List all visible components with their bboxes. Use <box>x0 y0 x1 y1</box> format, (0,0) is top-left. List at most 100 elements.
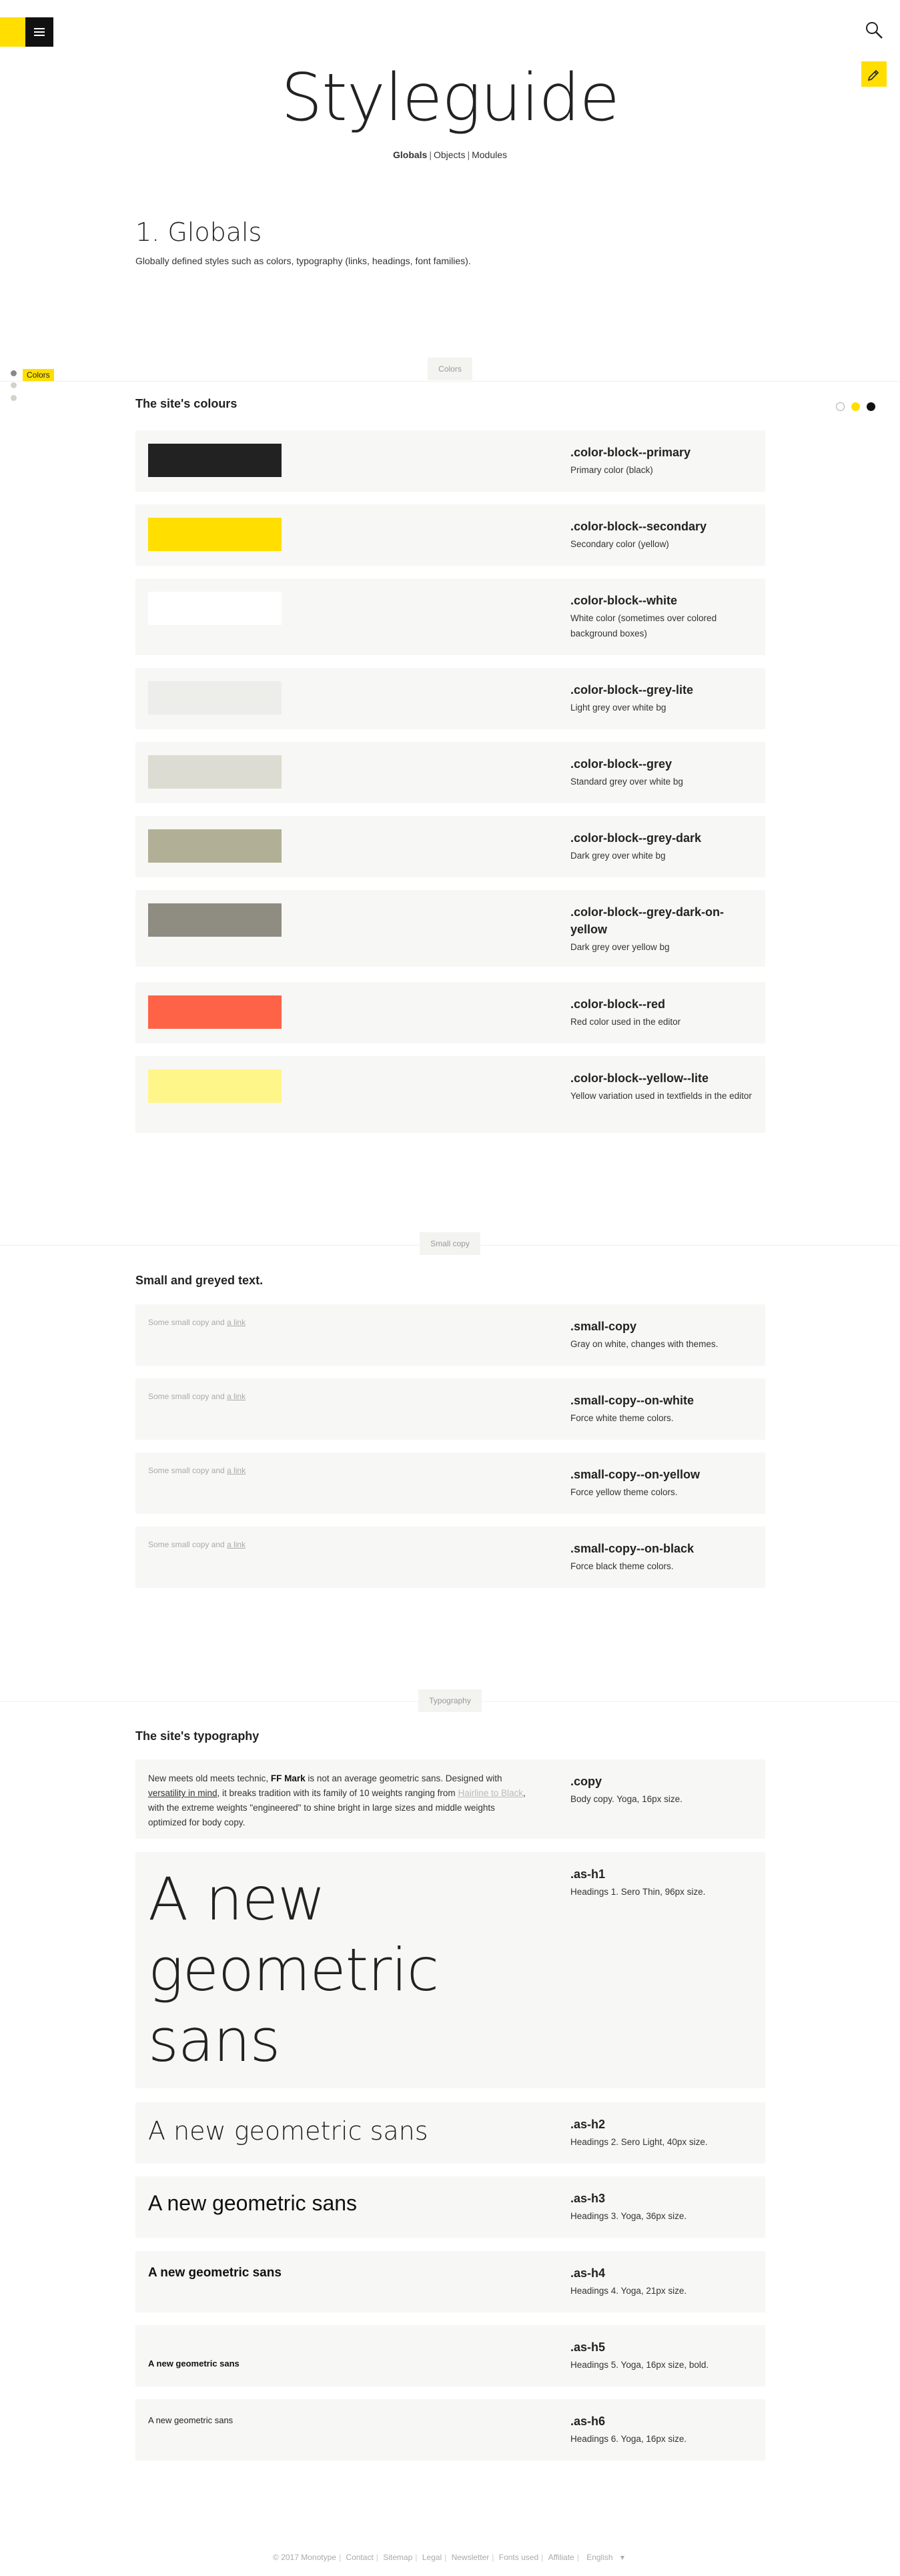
class-description: Yellow variation used in textfields in t… <box>570 1091 752 1101</box>
class-name: .as-h1 <box>570 1867 606 1881</box>
footer: © 2017 Monotype | Contact | Sitemap | Legal… <box>0 2553 900 2562</box>
class-description: Dark grey over white bg <box>570 851 666 861</box>
subnav-globals[interactable]: Globals <box>391 149 429 160</box>
footer-copyright: © 2017 Monotype <box>273 2553 336 2562</box>
small-copy-card: Some small copy and a link .small-copy--o… <box>135 1527 765 1588</box>
group-heading-small-copy: Small and greyed text. <box>135 1274 264 1287</box>
color-card: .color-block--yellow--lite Yellow variati… <box>135 1056 765 1133</box>
theme-yellow-button[interactable] <box>851 402 860 411</box>
type-card-h5: A new geometric sans .as-h5 Headings 5. … <box>135 2325 765 2387</box>
small-copy-link[interactable]: a link <box>227 1318 246 1327</box>
class-description: Headings 2. Sero Light, 40px size. <box>570 2137 708 2147</box>
class-name: .color-block--white <box>570 594 678 607</box>
theme-white-button[interactable] <box>836 402 845 411</box>
class-description: Headings 6. Yoga, 16px size. <box>570 2434 687 2444</box>
hamburger-icon <box>34 28 45 36</box>
color-card: .color-block--grey-dark-on-yellow Dark gr… <box>135 890 765 967</box>
group-heading-colors: The site's colours <box>135 397 238 410</box>
type-card-h3: A new geometric sans .as-h3 Headings 3. … <box>135 2176 765 2238</box>
class-name: .color-block--grey-lite <box>570 683 694 697</box>
color-card: .color-block--grey-lite Light grey over w… <box>135 668 765 729</box>
menu-button[interactable] <box>25 17 53 47</box>
class-description: Force black theme colors. <box>570 1561 674 1571</box>
h1-sample: A new geometric sans <box>148 1865 439 2075</box>
language-select[interactable]: English ▾ <box>581 2553 630 2562</box>
h4-sample: A new geometric sans <box>148 2266 282 2280</box>
class-name: .color-block--primary <box>570 446 691 459</box>
color-card: .color-block--white White color (sometime… <box>135 578 765 655</box>
class-description: Dark grey over yellow bg <box>570 942 670 952</box>
color-swatch <box>148 1069 282 1103</box>
small-copy-card: Some small copy and a link .small-copy--o… <box>135 1452 765 1514</box>
theme-switcher <box>836 402 875 411</box>
type-card-h4: A new geometric sans .as-h4 Headings 4. … <box>135 2251 765 2312</box>
h2-sample: A new geometric sans <box>148 2116 428 2146</box>
small-copy-sample: Some small copy and a link <box>148 1466 246 1475</box>
color-swatch <box>148 518 282 551</box>
search-icon <box>866 22 883 39</box>
class-description: Gray on white, changes with themes. <box>570 1339 719 1349</box>
group-heading-typography: The site's typography <box>135 1729 260 1743</box>
color-swatch <box>148 444 282 477</box>
search-button[interactable] <box>864 20 884 40</box>
footer-fonts-used-link[interactable]: Fonts used <box>496 2553 541 2562</box>
color-swatch <box>148 681 282 715</box>
class-name: .color-block--grey-dark-on-yellow <box>570 905 725 936</box>
footer-affiliate-link[interactable]: Affiliate <box>546 2553 577 2562</box>
chevron-down-icon: ▾ <box>620 2553 624 2562</box>
class-description: Headings 5. Yoga, 16px size, bold. <box>570 2360 709 2370</box>
class-description: Body copy. Yoga, 16px size. <box>570 1794 683 1804</box>
class-description: Force white theme colors. <box>570 1413 674 1423</box>
class-name: .color-block--secondary <box>570 520 707 533</box>
type-card-copy: New meets old meets technic, FF Mark is … <box>135 1759 765 1839</box>
class-name: .color-block--red <box>570 997 666 1011</box>
class-name: .small-copy--on-yellow <box>570 1468 701 1481</box>
subnav-modules[interactable]: Modules <box>470 149 509 160</box>
class-description: Red color used in the editor <box>570 1017 681 1027</box>
footer-legal-link[interactable]: Legal <box>420 2553 444 2562</box>
class-description: Headings 3. Yoga, 36px size. <box>570 2211 687 2221</box>
copy-link[interactable]: versatility in mind <box>148 1788 217 1798</box>
color-swatch <box>148 903 282 937</box>
copy-link-light[interactable]: Hairline to Black <box>458 1788 523 1798</box>
class-description: Headings 1. Sero Thin, 96px size. <box>570 1887 706 1897</box>
class-name: .as-h6 <box>570 2415 606 2428</box>
class-name: .color-block--yellow--lite <box>570 1071 709 1085</box>
theme-black-button[interactable] <box>867 402 875 411</box>
small-copy-sample: Some small copy and a link <box>148 1540 246 1549</box>
small-copy-card: Some small copy and a link .small-copy--o… <box>135 1378 765 1440</box>
footer-newsletter-link[interactable]: Newsletter <box>449 2553 492 2562</box>
subnav-objects[interactable]: Objects <box>432 149 467 160</box>
class-name: .as-h4 <box>570 2266 606 2280</box>
type-card-h1: A new geometric sans .as-h1 Headings 1. … <box>135 1852 765 2088</box>
menu-block <box>0 17 53 47</box>
class-description: Primary color (black) <box>570 465 653 475</box>
type-card-h2: A new geometric sans .as-h2 Headings 2. … <box>135 2102 765 2164</box>
small-copy-link[interactable]: a link <box>227 1540 246 1549</box>
sidenav-dot-typography[interactable] <box>9 394 17 402</box>
small-copy-link[interactable]: a link <box>227 1466 246 1475</box>
class-name: .as-h5 <box>570 2340 606 2354</box>
type-card-h6: A new geometric sans .as-h6 Headings 6. … <box>135 2399 765 2461</box>
color-swatch <box>148 995 282 1029</box>
color-card: .color-block--red Red color used in the e… <box>135 982 765 1043</box>
section-heading: 1. Globals <box>135 218 262 247</box>
class-name: .small-copy <box>570 1320 637 1333</box>
copy-sample: New meets old meets technic, FF Mark is … <box>148 1773 526 1827</box>
class-name: .copy <box>570 1775 602 1788</box>
h3-sample: A new geometric sans <box>148 2191 358 2215</box>
footer-sitemap-link[interactable]: Sitemap <box>380 2553 415 2562</box>
class-name: .small-copy--on-black <box>570 1542 695 1555</box>
small-copy-link[interactable]: a link <box>227 1392 246 1401</box>
class-description: Headings 4. Yoga, 21px size. <box>570 2286 687 2296</box>
h5-sample: A new geometric sans <box>148 2358 240 2369</box>
h6-sample: A new geometric sans <box>148 2415 234 2425</box>
group-divider <box>0 381 900 382</box>
sidenav-dot-small-copy[interactable] <box>9 381 17 389</box>
group-tag-small-copy: Small copy <box>0 1232 900 1255</box>
section-intro: Globally defined styles such as colors, … <box>135 256 471 266</box>
color-card: .color-block--secondary Secondary color (… <box>135 504 765 566</box>
class-description: Secondary color (yellow) <box>570 539 669 549</box>
color-card: .color-block--grey Standard grey over whi… <box>135 742 765 803</box>
footer-contact-link[interactable]: Contact <box>343 2553 376 2562</box>
